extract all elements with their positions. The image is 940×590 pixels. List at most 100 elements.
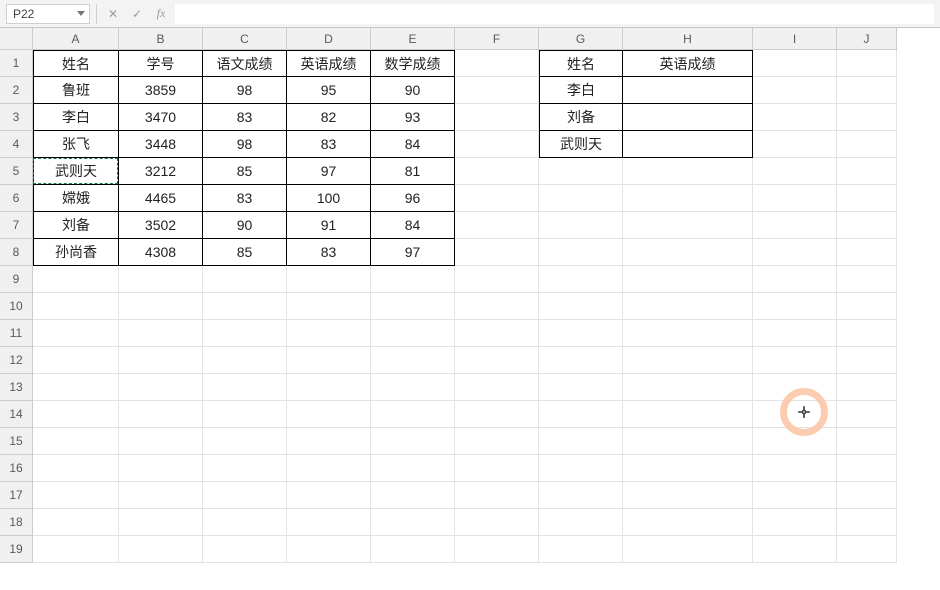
row-header[interactable]: 2 xyxy=(0,77,33,104)
row-header[interactable]: 17 xyxy=(0,482,33,509)
cell[interactable]: 91 xyxy=(287,212,371,239)
cell[interactable] xyxy=(371,509,455,536)
cell[interactable]: 98 xyxy=(203,131,287,158)
cell[interactable] xyxy=(753,374,837,401)
cell[interactable] xyxy=(119,293,203,320)
formula-input[interactable] xyxy=(175,4,934,24)
cell[interactable] xyxy=(539,374,623,401)
cell[interactable] xyxy=(539,158,623,185)
cell[interactable]: 数学成绩 xyxy=(371,50,455,77)
cell[interactable] xyxy=(119,401,203,428)
cell[interactable] xyxy=(119,536,203,563)
cell[interactable]: 93 xyxy=(371,104,455,131)
cell[interactable] xyxy=(753,50,837,77)
cell[interactable] xyxy=(287,509,371,536)
row-header[interactable]: 10 xyxy=(0,293,33,320)
cell[interactable] xyxy=(371,482,455,509)
cell[interactable]: 90 xyxy=(371,77,455,104)
cell[interactable]: 3502 xyxy=(119,212,203,239)
cell[interactable] xyxy=(33,455,119,482)
cell[interactable] xyxy=(33,266,119,293)
cell[interactable] xyxy=(455,536,539,563)
cell[interactable]: 95 xyxy=(287,77,371,104)
cell[interactable]: 84 xyxy=(371,212,455,239)
row-header[interactable]: 13 xyxy=(0,374,33,401)
cell[interactable] xyxy=(623,509,753,536)
cell[interactable] xyxy=(539,509,623,536)
cell[interactable] xyxy=(203,455,287,482)
cell[interactable] xyxy=(203,401,287,428)
cell[interactable]: 84 xyxy=(371,131,455,158)
cancel-icon[interactable]: ✕ xyxy=(103,4,123,24)
row-header[interactable]: 3 xyxy=(0,104,33,131)
cell[interactable] xyxy=(371,536,455,563)
cell[interactable] xyxy=(837,104,897,131)
cell[interactable] xyxy=(371,266,455,293)
cell[interactable] xyxy=(623,482,753,509)
row-header[interactable]: 18 xyxy=(0,509,33,536)
cell[interactable] xyxy=(455,239,539,266)
cell[interactable]: 武则天 xyxy=(33,158,119,185)
column-header[interactable]: J xyxy=(837,28,897,50)
cell[interactable] xyxy=(753,77,837,104)
cell[interactable] xyxy=(837,536,897,563)
cell[interactable]: 4465 xyxy=(119,185,203,212)
cell[interactable] xyxy=(753,158,837,185)
cell[interactable] xyxy=(753,104,837,131)
cell[interactable] xyxy=(623,374,753,401)
cell[interactable] xyxy=(455,266,539,293)
cell[interactable] xyxy=(203,320,287,347)
cell[interactable] xyxy=(455,347,539,374)
cell[interactable] xyxy=(455,455,539,482)
cell[interactable] xyxy=(119,482,203,509)
cell[interactable]: 姓名 xyxy=(539,50,623,77)
cell[interactable] xyxy=(371,401,455,428)
cell[interactable] xyxy=(837,158,897,185)
cell[interactable] xyxy=(287,536,371,563)
cell[interactable]: 李白 xyxy=(33,104,119,131)
cell[interactable]: 刘备 xyxy=(539,104,623,131)
cell[interactable] xyxy=(753,401,837,428)
cell[interactable] xyxy=(539,239,623,266)
cell[interactable]: 83 xyxy=(203,185,287,212)
cell[interactable] xyxy=(539,185,623,212)
cell[interactable] xyxy=(287,320,371,347)
cell[interactable]: 3448 xyxy=(119,131,203,158)
cell[interactable] xyxy=(753,455,837,482)
cell[interactable] xyxy=(837,239,897,266)
column-header[interactable]: I xyxy=(753,28,837,50)
cell[interactable] xyxy=(539,347,623,374)
cell[interactable] xyxy=(837,185,897,212)
cell[interactable] xyxy=(623,293,753,320)
cell[interactable]: 83 xyxy=(203,104,287,131)
column-header[interactable]: H xyxy=(623,28,753,50)
cell[interactable] xyxy=(623,401,753,428)
cell[interactable] xyxy=(203,509,287,536)
cell[interactable] xyxy=(623,185,753,212)
cell[interactable]: 姓名 xyxy=(33,50,119,77)
cell[interactable] xyxy=(539,401,623,428)
cell[interactable]: 82 xyxy=(287,104,371,131)
cell[interactable]: 97 xyxy=(287,158,371,185)
cell[interactable] xyxy=(753,536,837,563)
cell[interactable] xyxy=(539,320,623,347)
cell[interactable] xyxy=(753,266,837,293)
cell[interactable] xyxy=(455,482,539,509)
cell[interactable] xyxy=(837,266,897,293)
cell[interactable] xyxy=(119,320,203,347)
cell[interactable] xyxy=(33,428,119,455)
cell[interactable] xyxy=(539,212,623,239)
row-header[interactable]: 1 xyxy=(0,50,33,77)
column-header[interactable]: G xyxy=(539,28,623,50)
cell[interactable] xyxy=(837,320,897,347)
cell[interactable] xyxy=(371,428,455,455)
cell[interactable] xyxy=(539,428,623,455)
fx-icon[interactable]: fx xyxy=(151,4,171,24)
cell[interactable] xyxy=(753,509,837,536)
cell[interactable] xyxy=(753,293,837,320)
cell[interactable]: 张飞 xyxy=(33,131,119,158)
cell[interactable] xyxy=(539,266,623,293)
cell[interactable]: 3212 xyxy=(119,158,203,185)
cell[interactable] xyxy=(455,104,539,131)
cell[interactable] xyxy=(203,347,287,374)
